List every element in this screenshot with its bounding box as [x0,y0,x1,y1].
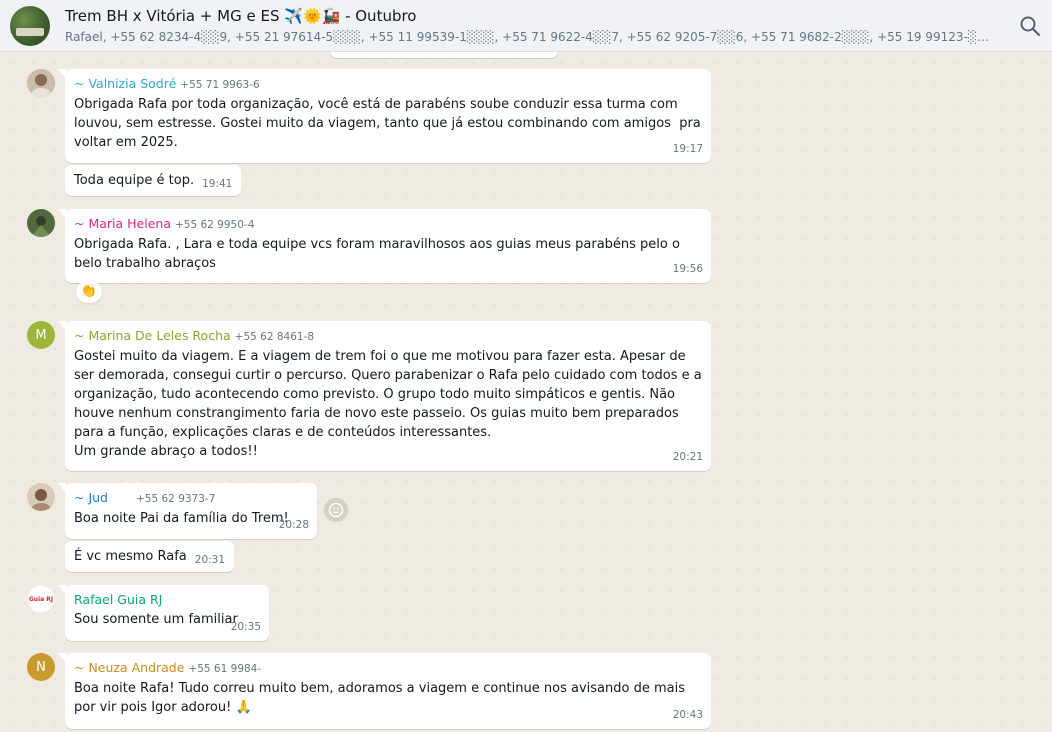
sender-name[interactable]: ~ Marina De Leles Rocha [74,328,231,343]
sender-phone: +55 62 8461-8 [234,331,315,343]
message-list[interactable]: ~ Valnizia Sodré +55 71 9963-6 Obrigada R… [0,52,1052,732]
sender-name[interactable]: ~ Valnizia Sodré [74,76,176,91]
smiley-icon [328,502,344,518]
avatar-logo-text: Guia RJ [28,595,54,603]
avatar-jud[interactable] [27,483,55,511]
previous-message-bubble[interactable] [330,52,558,58]
avatar-marina[interactable]: M [27,321,55,349]
sender-phone: +55 62 9950-4 [174,219,255,231]
message-bubble[interactable]: ~ Neuza Andrade +55 61 9984- Boa noite Ra… [58,653,711,729]
message-bubble[interactable]: É vc mesmo Rafa 20:31 [65,541,235,572]
message-time: 19:41 [202,178,233,190]
chat-scrollbar[interactable] [1046,52,1051,732]
avatar-neuza[interactable]: N [27,653,55,681]
message-bubble[interactable]: Toda equipe é top. 19:41 [65,165,242,196]
message-bubble[interactable]: Rafael Guia RJ Sou somente um familiar 2… [58,585,269,641]
sender-name[interactable]: ~ Jud [74,490,108,505]
message-time: 20:35 [230,621,261,633]
reaction-clap[interactable]: 👏 [76,281,102,303]
avatar-maria-helena[interactable] [27,209,55,237]
sender-phone: +55 61 9984- [188,663,262,675]
sender-line: ~ Marina De Leles Rocha +55 62 8461-8 [74,327,702,346]
message-bubble[interactable]: ~ Valnizia Sodré +55 71 9963-6 Obrigada R… [58,69,711,163]
message-bubble[interactable]: ~ Maria Helena +55 62 9950-4 Obrigada Raf… [58,209,711,283]
sender-line: ~ Valnizia Sodré +55 71 9963-6 [74,75,702,94]
message-time: 20:31 [194,554,226,566]
avatar-valnizia[interactable] [27,69,55,97]
message-text: Obrigada Rafa. , Lara e toda equipe vcs … [74,237,685,271]
message-text: Toda equipe é top. [74,173,195,188]
sender-line: ~ Neuza Andrade +55 61 9984- [74,659,702,678]
message-bubble[interactable]: ~ Marina De Leles Rocha +55 62 8461-8 Gos… [58,321,711,471]
avatar-rafael-guia-rj[interactable]: Guia RJ [27,585,55,613]
message-time: 20:43 [672,709,703,721]
sender-name[interactable]: Rafael Guia RJ [74,592,162,607]
message-text: Boa noite Rafa! Tudo correu muito bem, a… [74,681,690,715]
sender-line: ~ Jud +55 62 9373-7 [74,489,308,508]
message-bubble[interactable]: ~ Jud +55 62 9373-7 Boa noite Pai da famí… [58,483,317,539]
message-time: 20:28 [278,519,309,531]
message-text: Obrigada Rafa por toda organização, você… [74,97,705,150]
sender-phone: +55 71 9963-6 [180,79,260,91]
group-title[interactable]: Trem BH x Vitória + MG e ES ✈️🌞🚂 - Outub… [65,7,417,25]
sender-line: ~ Maria Helena +55 62 9950-4 [74,215,702,234]
sender-name[interactable]: ~ Maria Helena [74,216,171,231]
sender-line: Rafael Guia RJ [74,591,260,609]
sender-phone: +55 62 9373-7 [136,493,216,505]
sender-name[interactable]: ~ Neuza Andrade [74,660,184,675]
message-time: 20:21 [672,451,703,463]
group-avatar[interactable] [10,6,50,46]
emoji-reaction-button[interactable] [324,498,348,522]
participants-list[interactable]: Rafael, +55 62 8234-4░░9, +55 21 97614-5… [65,30,993,44]
message-text: É vc mesmo Rafa [74,549,187,564]
message-text: Boa noite Pai da família do Trem! [74,511,289,526]
message-time: 19:17 [672,143,703,155]
chat-header[interactable]: Trem BH x Vitória + MG e ES ✈️🌞🚂 - Outub… [0,0,1052,52]
message-time: 19:56 [672,263,703,275]
message-text: Gostei muito da viagem. E a viagem de tr… [74,349,702,459]
search-icon[interactable] [1018,14,1042,38]
